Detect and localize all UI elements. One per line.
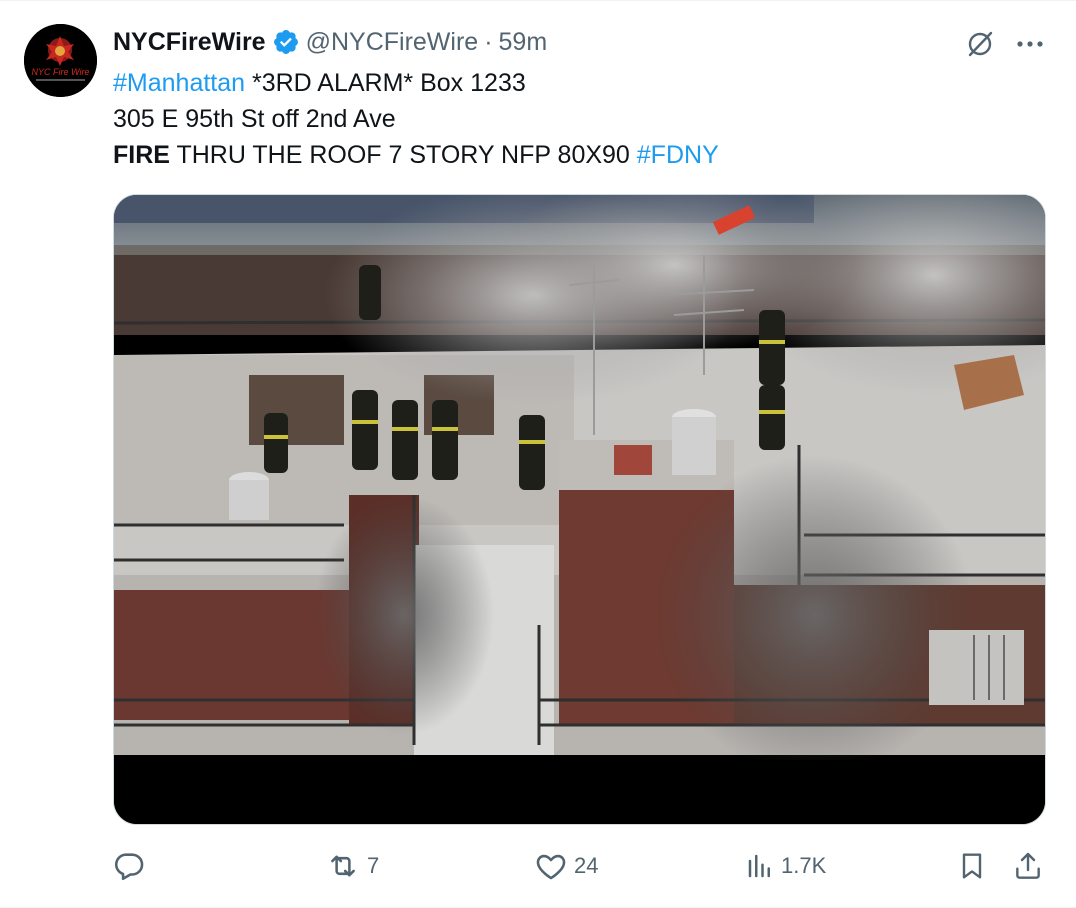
share-button[interactable] <box>1012 841 1044 891</box>
separator-dot: · <box>484 28 493 56</box>
grok-icon <box>968 31 993 57</box>
fire-word: FIRE <box>113 141 170 169</box>
more-icon <box>1017 41 1043 47</box>
reply-button[interactable] <box>112 841 152 891</box>
share-icon <box>1016 852 1040 879</box>
verified-badge-icon <box>272 28 300 56</box>
timestamp[interactable]: 59m <box>499 25 548 59</box>
like-icon <box>536 854 566 880</box>
more-options-button[interactable] <box>1012 27 1048 61</box>
display-name[interactable]: NYCFireWire <box>113 25 266 59</box>
handle[interactable]: @NYCFireWire <box>306 25 479 59</box>
like-count: 24 <box>574 853 599 878</box>
bookmark-icon <box>962 853 982 879</box>
reply-icon <box>114 853 144 881</box>
tweet-line-2: 305 E 95th St off 2nd Ave <box>113 105 396 133</box>
action-bar: 7 24 1.7K <box>0 841 1076 891</box>
hashtag-fdny[interactable]: #FDNY <box>637 141 719 169</box>
views-button[interactable]: 1.7K <box>745 841 826 891</box>
tweet-line-1: #Manhattan *3RD ALARM* Box 1233 <box>113 65 719 101</box>
rooftop-fire-image <box>114 195 1045 824</box>
retweet-icon <box>331 855 355 877</box>
retweet-button[interactable]: 7 <box>325 841 379 891</box>
tweet-text: #Manhattan *3RD ALARM* Box 1233 305 E 95… <box>113 65 719 173</box>
views-icon <box>748 854 770 878</box>
tweet-line-3: FIRE THRU THE ROOF 7 STORY NFP 80X90 #FD… <box>113 137 719 173</box>
retweet-count: 7 <box>367 853 380 878</box>
fire-detail-text: THRU THE ROOF 7 STORY NFP 80X90 <box>169 141 637 169</box>
bookmark-button[interactable] <box>956 841 988 891</box>
nycfirewire-logo-icon: NYC Fire Wire <box>24 24 97 97</box>
tweet-media[interactable] <box>113 194 1046 825</box>
grok-button[interactable] <box>962 27 998 61</box>
tweet-card[interactable]: NYC Fire Wire NYCFireWire @NYCFireWire ·… <box>0 0 1076 908</box>
tweet-header: NYCFireWire @NYCFireWire · 59m <box>113 25 547 59</box>
svg-text:NYC Fire Wire: NYC Fire Wire <box>32 67 90 77</box>
views-count: 1.7K <box>781 853 827 878</box>
hashtag-manhattan[interactable]: #Manhattan <box>113 69 245 97</box>
like-button[interactable]: 24 <box>534 841 598 891</box>
alarm-text: *3RD ALARM* Box 1233 <box>245 69 526 97</box>
avatar[interactable]: NYC Fire Wire <box>24 24 97 97</box>
